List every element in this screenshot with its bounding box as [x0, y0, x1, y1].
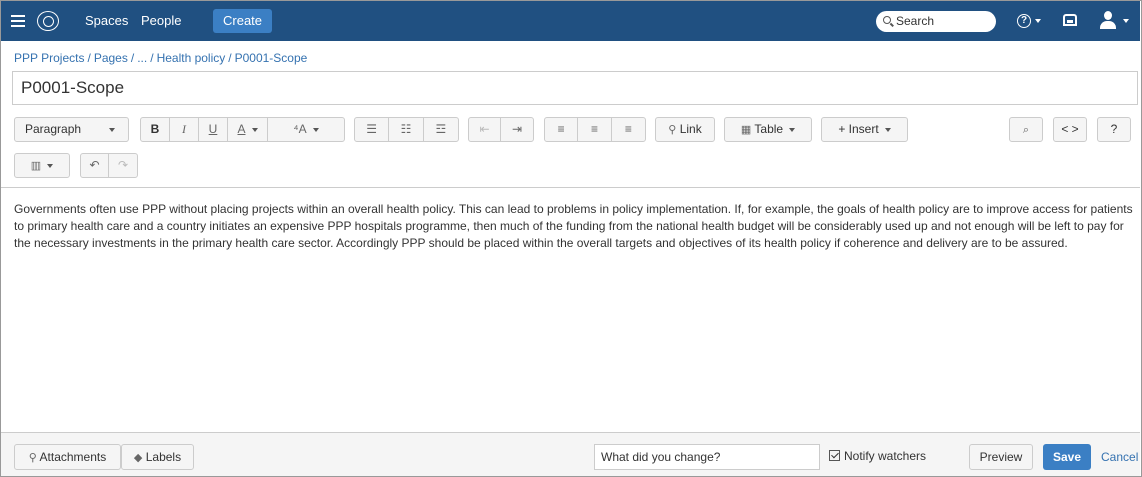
link-icon: ⚲: [668, 124, 677, 136]
labels-label: Labels: [145, 450, 182, 464]
more-format-label: ⁴A: [293, 122, 307, 136]
breadcrumb-item[interactable]: Pages: [94, 51, 128, 65]
chevron-down-icon: [251, 127, 258, 132]
search-icon: ⌕: [1022, 124, 1030, 136]
page-layout-dropdown[interactable]: ▥: [14, 153, 70, 178]
chevron-down-icon: [884, 127, 891, 132]
history-group: ↶ ↷: [80, 153, 138, 178]
help-icon[interactable]: ?: [1017, 14, 1031, 28]
align-left-icon[interactable]: ≡: [545, 118, 579, 141]
text-format-group: B I U A ⁴A: [140, 117, 345, 142]
checkbox-icon[interactable]: [829, 450, 840, 461]
user-avatar-icon[interactable]: [1100, 11, 1116, 31]
bullet-list-icon[interactable]: ☰: [355, 118, 390, 141]
editor-content[interactable]: Governments often use PPP without placin…: [14, 201, 1138, 252]
paragraph-label: Paragraph: [25, 122, 82, 136]
link-label: Link: [679, 122, 702, 136]
preview-button[interactable]: Preview: [969, 444, 1033, 470]
link-button[interactable]: ⚲ Link: [655, 117, 715, 142]
align-center-icon[interactable]: ≡: [578, 118, 612, 141]
attachments-button[interactable]: ⚲ Attachments: [14, 444, 121, 470]
site-logo-icon[interactable]: [37, 11, 59, 31]
paragraph-format-dropdown[interactable]: Paragraph: [14, 117, 129, 142]
outdent-icon[interactable]: ⇤: [469, 118, 502, 141]
change-comment-input[interactable]: What did you change?: [594, 444, 820, 470]
align-right-icon[interactable]: ≡: [612, 118, 645, 141]
table-label: Table: [754, 122, 784, 136]
breadcrumb-item[interactable]: PPP Projects: [14, 51, 84, 65]
italic-button[interactable]: I: [170, 118, 199, 141]
source-editor-button[interactable]: < >: [1053, 117, 1087, 142]
text-color-button[interactable]: A: [228, 118, 268, 141]
labels-button[interactable]: ◆ Labels: [121, 444, 194, 470]
indent-group: ⇤ ⇥: [468, 117, 534, 142]
top-navigation-bar: Spaces People Create Search ?: [1, 1, 1140, 41]
breadcrumb: PPP Projects / Pages /... / Health policy / P00…: [14, 51, 308, 65]
search-placeholder: Search: [896, 14, 935, 28]
list-group: ☰ ☷ ☲: [354, 117, 459, 142]
breadcrumb-item[interactable]: P0001-Scope: [235, 51, 308, 65]
redo-icon[interactable]: ↷: [109, 154, 137, 177]
insert-dropdown[interactable]: + Insert: [821, 117, 908, 142]
editor-help-button[interactable]: ?: [1097, 117, 1131, 142]
chevron-down-icon: [47, 163, 54, 168]
notify-watchers-checkbox[interactable]: Notify watchers: [829, 449, 926, 463]
indent-icon[interactable]: ⇥: [501, 118, 533, 141]
search-input[interactable]: Search: [876, 11, 996, 32]
table-dropdown[interactable]: ▦ Table: [724, 117, 812, 142]
attachments-label: Attachments: [39, 450, 107, 464]
save-button[interactable]: Save: [1043, 444, 1091, 470]
underline-button[interactable]: U: [199, 118, 228, 141]
notify-watchers-label: Notify watchers: [844, 449, 927, 463]
chevron-down-icon: [312, 127, 319, 132]
search-icon: [883, 16, 891, 24]
task-list-icon[interactable]: ☲: [424, 118, 458, 141]
insert-label: + Insert: [838, 122, 879, 136]
chevron-down-icon: [789, 127, 796, 132]
table-icon: ▦: [740, 124, 752, 136]
align-group: ≡ ≡ ≡: [544, 117, 646, 142]
nav-spaces[interactable]: Spaces: [85, 1, 128, 41]
more-formatting-button[interactable]: ⁴A: [268, 118, 344, 141]
nav-people[interactable]: People: [141, 1, 181, 41]
toolbar-divider: [1, 187, 1140, 188]
bold-button[interactable]: B: [141, 118, 170, 141]
page-title-input[interactable]: P0001-Scope: [12, 71, 1138, 105]
notifications-icon[interactable]: [1063, 14, 1077, 26]
menu-icon[interactable]: [11, 15, 25, 27]
paperclip-icon: ⚲: [28, 452, 37, 464]
breadcrumb-item[interactable]: Health policy: [157, 51, 226, 65]
chevron-down-icon: [109, 127, 116, 132]
user-caret-icon[interactable]: [1123, 19, 1129, 23]
cancel-link[interactable]: Cancel: [1101, 450, 1138, 464]
find-replace-button[interactable]: ⌕: [1009, 117, 1043, 142]
help-caret-icon[interactable]: [1035, 19, 1041, 23]
layout-icon: ▥: [30, 160, 42, 172]
tag-icon: ◆: [133, 452, 143, 464]
numbered-list-icon[interactable]: ☷: [389, 118, 424, 141]
create-button[interactable]: Create: [213, 9, 273, 33]
breadcrumb-item[interactable]: ...: [137, 51, 147, 65]
undo-icon[interactable]: ↶: [81, 154, 110, 177]
text-color-label: A: [237, 122, 246, 136]
